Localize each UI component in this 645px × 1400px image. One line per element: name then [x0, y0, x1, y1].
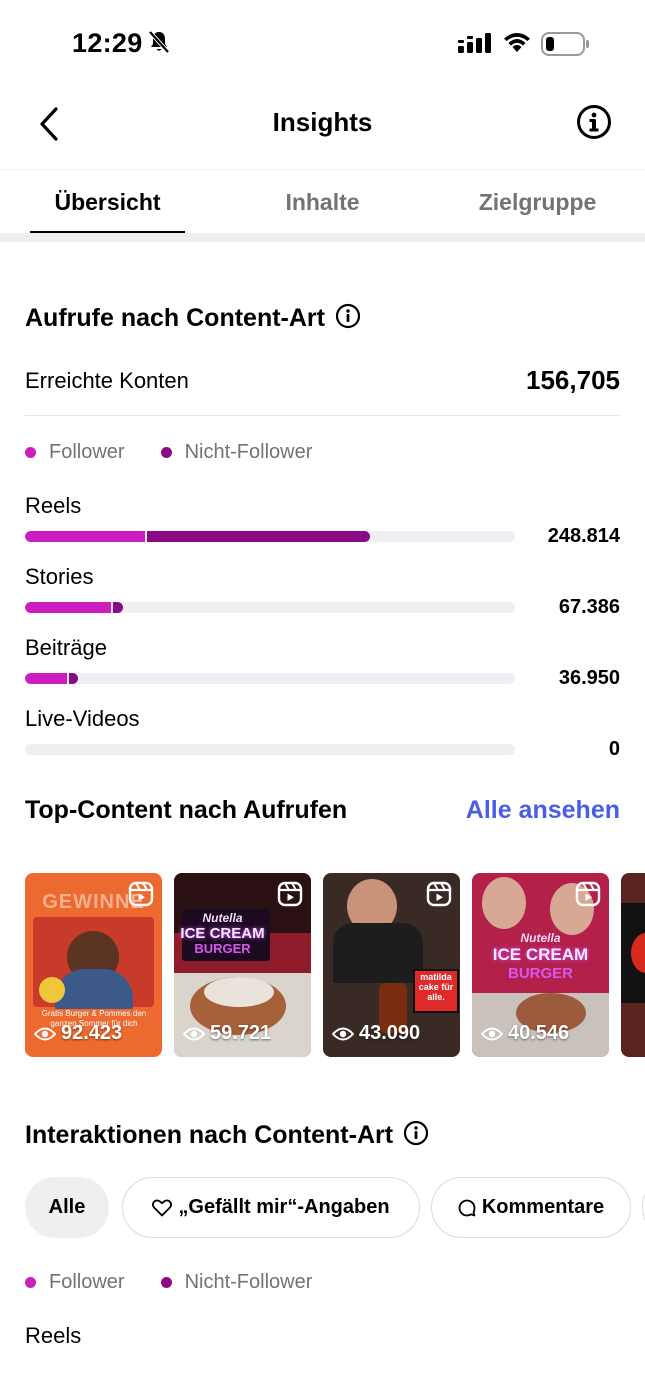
- bar-value-live-videos: 0: [608, 738, 620, 760]
- chip-all-label: Alle: [48, 1196, 86, 1218]
- bar-posts: [25, 673, 515, 684]
- thumbnail-views-value: 43.090: [359, 1022, 421, 1044]
- views-legend: Follower Nicht-Follower: [25, 441, 312, 464]
- legend-follower: Follower: [49, 1271, 125, 1293]
- top-content-carousel: GEWINNE Gratis Burger & Pommes den ganze…: [25, 873, 645, 1057]
- top-content-title: Top-Content nach Aufrufen: [25, 796, 348, 824]
- page-title: Insights: [272, 107, 373, 137]
- content-thumbnail[interactable]: Nutella ICE CREAM BURGER 40.546: [472, 873, 609, 1057]
- thumbnail-overlay-title: ICE CREAM: [180, 925, 265, 942]
- tab-overview[interactable]: Übersicht: [30, 189, 185, 216]
- legend-follower: Follower: [49, 441, 125, 463]
- battery-icon: [541, 32, 591, 61]
- status-bar: 12:29: [0, 0, 645, 86]
- reach-label: Erreichte Konten: [25, 368, 189, 393]
- interactions-legend: Follower Nicht-Follower: [25, 1271, 312, 1294]
- reels-icon: [128, 881, 154, 912]
- content-thumbnail[interactable]: [621, 873, 645, 1057]
- eye-icon: [183, 1027, 205, 1040]
- thumbnail-views: 92.423: [34, 1022, 122, 1045]
- info-icon[interactable]: [403, 1120, 429, 1153]
- views-section-title-text: Aufrufe nach Content-Art: [25, 304, 325, 333]
- status-time: 12:29: [72, 28, 143, 58]
- chip-comments-label: Kommentare: [481, 1196, 605, 1218]
- thumbnail-views: 40.546: [481, 1022, 569, 1045]
- wifi-icon: [502, 31, 532, 58]
- bar-label-reels: Reels: [25, 493, 82, 518]
- thumbnail-overlay-text: Nutella: [520, 931, 561, 945]
- thumbnail-views-value: 40.546: [508, 1022, 570, 1044]
- eye-icon: [481, 1027, 503, 1040]
- legend-non-follower: Nicht-Follower: [184, 441, 313, 463]
- interactions-section-title-text: Interaktionen nach Content-Art: [25, 1121, 394, 1150]
- bar-reels: [25, 531, 515, 542]
- thumbnail-views-value: 92.423: [61, 1022, 123, 1044]
- eye-icon: [332, 1027, 354, 1040]
- thumbnail-views-value: 59.721: [210, 1022, 272, 1044]
- eye-icon: [34, 1027, 56, 1040]
- bar-value-posts: 36.950: [558, 667, 620, 689]
- thumbnail-overlay-subtitle: BURGER: [507, 965, 573, 982]
- thumbnail-overlay-text: Nutella: [202, 911, 243, 925]
- chip-all[interactable]: Alle: [25, 1177, 109, 1238]
- thumbnail-overlay-title: ICE CREAM: [492, 945, 589, 964]
- bar-value-reels: 248.814: [547, 525, 620, 547]
- views-section-title: Aufrufe nach Content-Art: [25, 303, 361, 336]
- reels-icon: [575, 881, 601, 912]
- bar-value-stories: 67.386: [558, 596, 620, 618]
- divider: [25, 415, 620, 416]
- interactions-section-title: Interaktionen nach Content-Art: [25, 1120, 429, 1153]
- info-icon[interactable]: [335, 303, 361, 336]
- interaction-filter-chips: Alle „Gefällt mir“-Angaben Kommentare: [25, 1177, 645, 1239]
- bar-segment-follower: [25, 602, 111, 613]
- content-thumbnail[interactable]: Nutella ICE CREAM BURGER 59.721: [174, 873, 311, 1057]
- bar-label-stories: Stories: [25, 564, 94, 589]
- bar-segment-follower: [25, 673, 67, 684]
- thumbnail-sign-text: matilda cake für alle.: [418, 972, 454, 1002]
- cellular-signal-icon: [458, 33, 492, 58]
- bar-segment-non-follower: [147, 531, 370, 542]
- reels-icon: [426, 881, 452, 912]
- follower-dot: [25, 1277, 36, 1288]
- heart-icon: [152, 1199, 173, 1216]
- section-divider: [0, 233, 645, 242]
- thumbnail-overlay-subtitle: BURGER: [194, 941, 251, 956]
- bar-live-videos: [25, 744, 515, 755]
- tab-bar: Übersicht Inhalte Zielgruppe: [0, 170, 645, 236]
- bar-segment-non-follower: [68, 673, 79, 684]
- thumbnail-views: 59.721: [183, 1022, 271, 1045]
- bell-muted-icon: [148, 30, 170, 59]
- non-follower-dot: [160, 1277, 172, 1288]
- reach-value: 156,705: [526, 365, 620, 395]
- non-follower-dot: [160, 447, 172, 458]
- bar-segment-non-follower: [112, 602, 123, 613]
- bar-label-live-videos: Live-Videos: [25, 706, 140, 731]
- bar-stories: [25, 602, 515, 613]
- chip-comments[interactable]: Kommentare: [431, 1177, 631, 1238]
- content-thumbnail[interactable]: GEWINNE Gratis Burger & Pommes den ganze…: [25, 873, 162, 1057]
- thumbnail-photo: [33, 917, 154, 1009]
- legend-non-follower: Nicht-Follower: [184, 1271, 313, 1293]
- see-all-link[interactable]: Alle ansehen: [466, 796, 620, 825]
- thumbnail-views: 43.090: [332, 1022, 420, 1045]
- nav-header: Insights: [0, 86, 645, 170]
- follower-dot: [25, 447, 36, 458]
- reels-icon: [277, 881, 303, 912]
- tab-audience[interactable]: Zielgruppe: [460, 189, 615, 216]
- chip-likes[interactable]: „Gefällt mir“-Angaben: [122, 1177, 420, 1238]
- bar-label-posts: Beiträge: [25, 635, 107, 660]
- content-thumbnail[interactable]: matilda cake für alle. 43.090: [323, 873, 460, 1057]
- info-icon[interactable]: [576, 104, 612, 145]
- bar-segment-follower: [25, 531, 146, 542]
- tab-content[interactable]: Inhalte: [245, 189, 400, 216]
- comment-icon: [458, 1199, 476, 1216]
- interactions-row-label: Reels: [25, 1323, 82, 1348]
- chip-likes-label: „Gefällt mir“-Angaben: [178, 1196, 390, 1218]
